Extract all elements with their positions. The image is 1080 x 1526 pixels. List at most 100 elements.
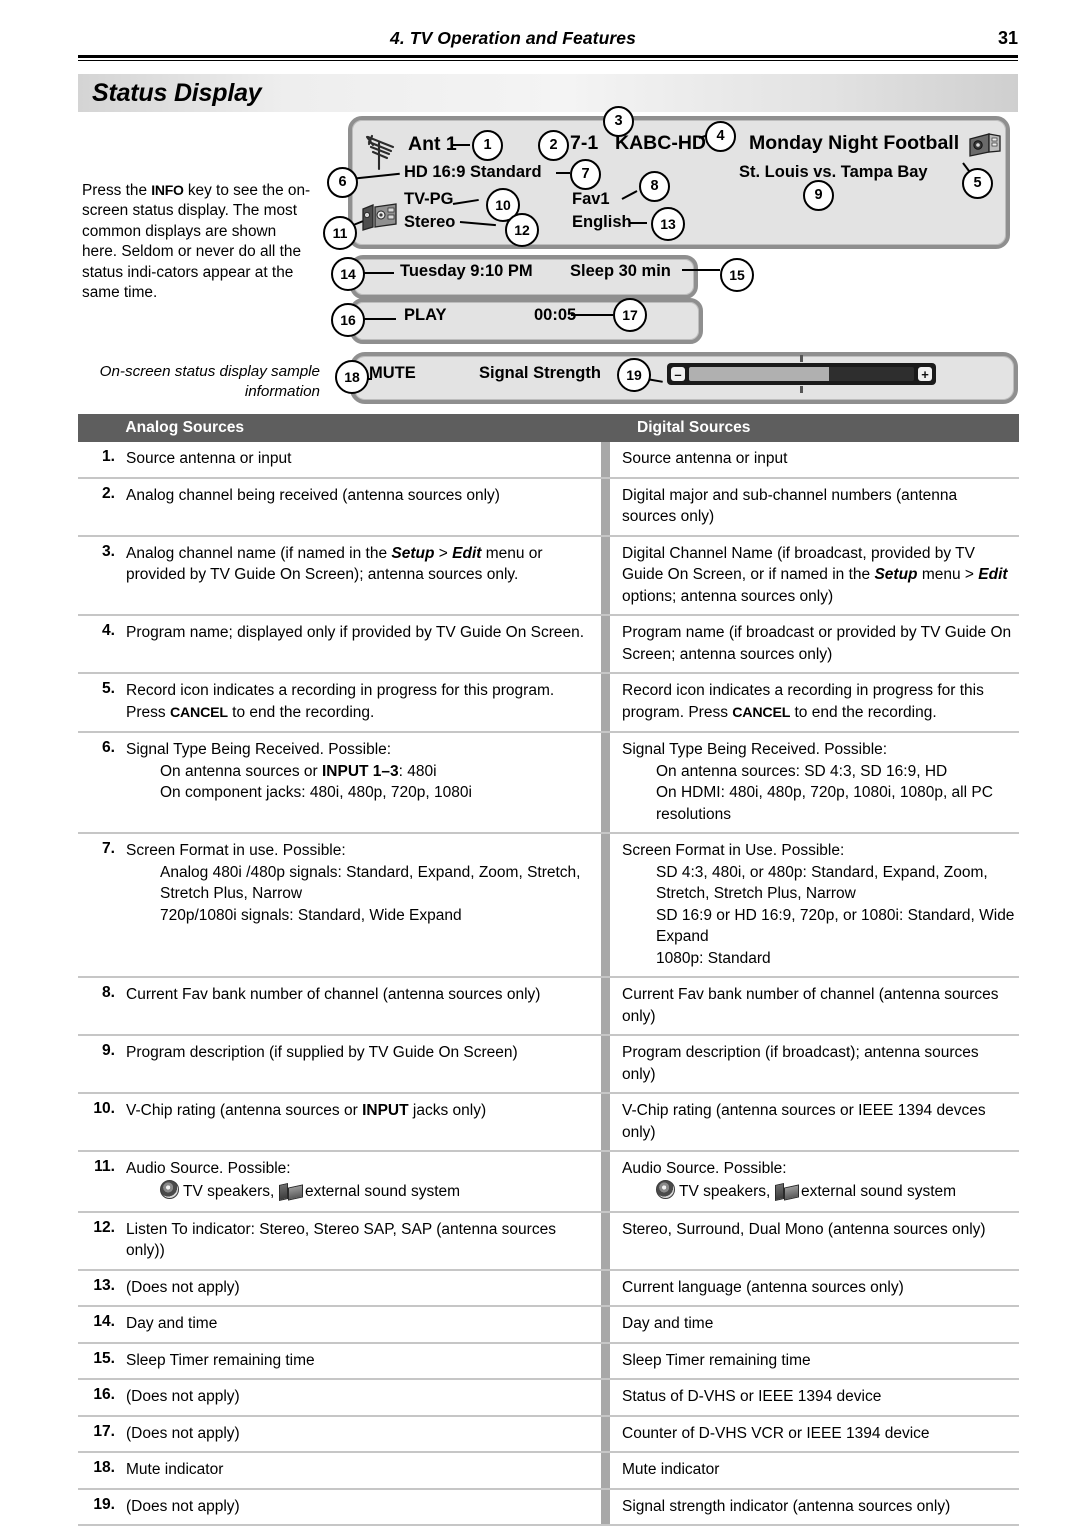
callout-16: 16 [331, 303, 365, 337]
table-row: 12.Listen To indicator: Stereo, Stereo S… [78, 1213, 1019, 1271]
column-divider [601, 442, 610, 477]
signal-bar-track [689, 367, 914, 381]
osd-language: English [572, 213, 632, 232]
table-row: 7.Screen Format in use. Possible:Analog … [78, 834, 1019, 978]
row-number: 5. [78, 674, 126, 731]
row-number: 3. [78, 537, 126, 615]
row-number: 18. [78, 1453, 126, 1488]
callout-15: 15 [720, 258, 754, 292]
table-row: 6.Signal Type Being Received. Possible:O… [78, 733, 1019, 834]
row-number: 4. [78, 616, 126, 672]
column-divider [601, 1344, 610, 1379]
row-number: 19. [78, 1490, 126, 1525]
row-number: 8. [78, 978, 126, 1034]
osd-day-time: Tuesday 9:10 PM [400, 262, 533, 281]
osd-program-title: Monday Night Football [749, 132, 959, 155]
row-digital-cell: Record icon indicates a recording in pro… [610, 674, 1019, 731]
row-digital-cell: Current language (antenna sources only) [610, 1271, 1019, 1306]
chapter-title: 4. TV Operation and Features [78, 28, 948, 49]
osd-vchip-rating: TV-PG [404, 190, 454, 209]
header-rule-thick [78, 55, 1018, 58]
row-analog-cell: Program name; displayed only if provided… [126, 616, 601, 672]
row-analog-cell: Listen To indicator: Stereo, Stereo SAP,… [126, 1213, 601, 1269]
row-analog-cell: V-Chip rating (antenna sources or INPUT … [126, 1094, 601, 1150]
signal-bar-tick-top [800, 355, 803, 362]
external-sound-system-icon [361, 203, 401, 231]
column-divider [601, 616, 610, 672]
section-banner: Status Display [78, 74, 1018, 112]
callout-1: 1 [472, 130, 503, 161]
row-analog-cell: Source antenna or input [126, 442, 601, 477]
row-analog-cell: Analog channel being received (antenna s… [126, 479, 601, 535]
osd-mute-indicator: MUTE [369, 364, 416, 383]
intro-text-post: key to see the on-screen status display.… [82, 182, 310, 301]
column-divider [601, 1036, 610, 1092]
osd-audio-listen: Stereo [404, 213, 455, 232]
column-divider [601, 479, 610, 535]
column-divider [601, 1307, 610, 1342]
column-divider [601, 1094, 610, 1150]
row-digital-cell: Mute indicator [610, 1453, 1019, 1488]
table-header-digital: Digital Sources [625, 419, 1019, 437]
table-row: 8.Current Fav bank number of channel (an… [78, 978, 1019, 1036]
row-digital-cell: Audio Source. Possible: TV speakers, ext… [610, 1152, 1019, 1211]
osd-transport-counter: 00:05 [534, 306, 576, 325]
callout-9: 9 [803, 180, 834, 211]
table-row: 9.Program description (if supplied by TV… [78, 1036, 1019, 1094]
column-divider [601, 1152, 610, 1211]
info-key-label: INFO [151, 182, 183, 198]
row-analog-cell: Mute indicator [126, 1453, 601, 1488]
row-digital-cell: Program description (if broadcast); ante… [610, 1036, 1019, 1092]
row-digital-cell: Status of D-VHS or IEEE 1394 device [610, 1380, 1019, 1415]
osd-source-label: Ant 1 [408, 133, 457, 156]
column-divider [601, 834, 610, 976]
signal-strength-bar: – + [667, 363, 936, 385]
intro-paragraph: Press the INFO key to see the on-screen … [82, 180, 314, 303]
table-row: 2.Analog channel being received (antenna… [78, 479, 1019, 537]
row-number: 12. [78, 1213, 126, 1269]
column-divider [601, 1453, 610, 1488]
table-header-analog: Analog Sources [125, 419, 625, 437]
callout-12: 12 [505, 213, 539, 247]
callout-8: 8 [639, 171, 670, 202]
row-analog-cell: Program description (if supplied by TV G… [126, 1036, 601, 1092]
antenna-icon [360, 133, 400, 171]
column-divider [601, 978, 610, 1034]
row-number: 15. [78, 1344, 126, 1379]
intro-text-pre: Press the [82, 182, 151, 199]
signal-bar-minus-button[interactable]: – [671, 367, 685, 381]
row-number: 14. [78, 1307, 126, 1342]
row-analog-cell: Signal Type Being Received. Possible:On … [126, 733, 601, 832]
column-divider [601, 1417, 610, 1452]
callout-6: 6 [327, 167, 358, 198]
row-analog-cell: Audio Source. Possible: TV speakers, ext… [126, 1152, 601, 1211]
leader-13 [630, 222, 647, 224]
osd-signal-label: Signal Strength [479, 364, 601, 383]
leader-17 [571, 314, 613, 316]
row-number: 10. [78, 1094, 126, 1150]
signal-bar-plus-button[interactable]: + [918, 367, 932, 381]
record-camera-icon [967, 131, 1003, 159]
osd-program-desc: St. Louis vs. Tampa Bay [739, 163, 928, 182]
callout-19: 19 [617, 358, 651, 392]
osd-signal-format: HD 16:9 Standard [404, 163, 542, 182]
row-analog-cell: Current Fav bank number of channel (ante… [126, 978, 601, 1034]
row-number: 17. [78, 1417, 126, 1452]
row-digital-cell: Digital Channel Name (if broadcast, prov… [610, 537, 1019, 615]
row-analog-cell: Screen Format in use. Possible:Analog 48… [126, 834, 601, 976]
column-divider [601, 1271, 610, 1306]
row-analog-cell: (Does not apply) [126, 1380, 601, 1415]
callout-13: 13 [651, 207, 685, 241]
indicator-table: Analog Sources Digital Sources 1.Source … [78, 414, 1019, 1526]
row-digital-cell: Program name (if broadcast or provided b… [610, 616, 1019, 672]
minus-icon: – [674, 368, 681, 381]
table-row: 17.(Does not apply)Counter of D-VHS VCR … [78, 1417, 1019, 1454]
table-row: 11.Audio Source. Possible: TV speakers, … [78, 1152, 1019, 1213]
page-number: 31 [998, 28, 1018, 49]
row-digital-cell: Screen Format in Use. Possible:SD 4:3, 4… [610, 834, 1019, 976]
osd-fav-bank: Fav1 [572, 190, 610, 209]
figure-caption: On-screen status display sample informat… [82, 362, 320, 402]
manual-page: 4. TV Operation and Features 31 Status D… [0, 0, 1080, 1397]
row-analog-cell: Sleep Timer remaining time [126, 1344, 601, 1379]
callout-5: 5 [962, 168, 993, 199]
